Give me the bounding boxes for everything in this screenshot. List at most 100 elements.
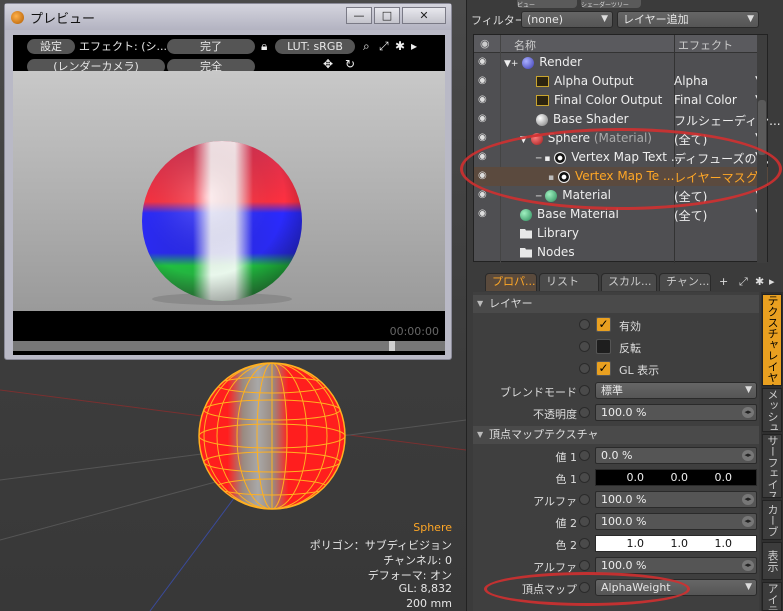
channel-dot[interactable] [579, 341, 590, 352]
section-vertex-map-texture[interactable]: 頂点マップテクスチャ [473, 426, 759, 444]
eye-icon[interactable]: ◉ [478, 56, 487, 67]
eye-icon[interactable]: ◉ [478, 189, 487, 200]
eye-icon[interactable]: ◉ [478, 170, 487, 181]
tree-row-effect[interactable]: Final Color [674, 93, 737, 107]
tree-row-library[interactable]: Library [474, 224, 768, 243]
channel-dot[interactable] [579, 516, 590, 527]
side-tab-mesh[interactable]: メッシュ [762, 388, 782, 432]
color2-g[interactable]: 1.0 [648, 536, 689, 551]
tree-row-effect[interactable]: (全て) [674, 207, 707, 224]
channel-dot[interactable] [579, 407, 590, 418]
spin-icon[interactable]: ◂▸ [742, 494, 754, 505]
value2-field[interactable]: 100.0 % ◂▸ [595, 513, 757, 530]
expand-icon[interactable]: ⤢ [379, 39, 389, 54]
preview-done-button[interactable]: 完了 [167, 39, 255, 54]
side-tab-display[interactable]: 表示 [762, 542, 782, 580]
color2-r[interactable]: 1.0 [604, 536, 645, 551]
top-tab-view[interactable]: ビュー [517, 0, 577, 9]
top-tab-shader-tree[interactable]: シェーダーツリー [581, 0, 641, 9]
color1-g[interactable]: 0.0 [648, 470, 689, 485]
tree-row-effect[interactable]: (全て) [674, 188, 707, 205]
channel-dot[interactable] [579, 385, 590, 396]
spin-icon[interactable]: ◂▸ [742, 407, 754, 418]
eye-icon[interactable]: ◉ [478, 113, 487, 124]
tree-row-sphere-material[interactable]: ◉ ▼ Sphere (Material) (全て)▼ [474, 129, 768, 148]
tree-row-alpha-output[interactable]: ◉ Alpha Output Alpha▼ [474, 72, 768, 91]
section-layer[interactable]: レイヤー [473, 295, 759, 313]
channel-dot[interactable] [579, 494, 590, 505]
channel-dot[interactable] [579, 472, 590, 483]
side-tab-item[interactable]: アイテム [762, 582, 782, 611]
tree-row-material[interactable]: ◉ ─ Material (全て)▼ [474, 186, 768, 205]
eye-icon[interactable]: ◉ [478, 75, 487, 86]
channel-dot[interactable] [579, 560, 590, 571]
color1-r[interactable]: 0.0 [604, 470, 645, 485]
add-layer-dropdown[interactable]: レイヤー追加 ▼ [617, 11, 759, 28]
channel-dot[interactable] [579, 450, 590, 461]
eye-icon[interactable]: ◉ [478, 94, 487, 105]
enable-checkbox[interactable]: ✓ [596, 317, 611, 332]
tree-row-effect[interactable]: Alpha [674, 74, 708, 88]
tree-scrollbar[interactable] [757, 35, 767, 263]
lock-icon[interactable]: 🔒︎ [261, 39, 267, 54]
refresh-icon[interactable]: ↻ [345, 57, 355, 72]
gl-display-checkbox[interactable]: ✓ [596, 361, 611, 376]
gear-icon[interactable]: ✱ [755, 275, 764, 288]
alpha1-field[interactable]: 100.0 % ◂▸ [595, 491, 757, 508]
color1-field[interactable]: 0.0 0.0 0.0 [595, 469, 757, 486]
add-tab-icon[interactable]: + [719, 275, 728, 288]
eye-icon[interactable]: ◉ [478, 208, 487, 219]
tab-list[interactable]: リスト [539, 273, 599, 291]
close-button[interactable]: ✕ [402, 7, 446, 24]
spin-icon[interactable]: ◂▸ [742, 450, 754, 461]
tree-row-base-material[interactable]: ◉ Base Material (全て)▼ [474, 205, 768, 224]
play-icon[interactable]: ▸ [411, 39, 417, 54]
value1-field[interactable]: 0.0 % ◂▸ [595, 447, 757, 464]
side-tab-curve[interactable]: カーブ [762, 500, 782, 540]
vertex-map-dropdown[interactable]: AlphaWeight ▼ [595, 579, 757, 596]
tree-row-vertex-map-1[interactable]: ◉ ─ ▪ Vertex Map Text ... ディフューズの色▼ [474, 148, 769, 167]
tab-properties[interactable]: プロパ... [485, 273, 537, 291]
tree-row-final-color-output[interactable]: ◉ Final Color Output Final Color▼ [474, 91, 768, 110]
move-icon[interactable]: ✥ [323, 57, 333, 72]
shader-tree[interactable]: ◉ 名称 エフェクト ◉ ▼+ Render ◉ Alpha Output Al… [473, 34, 781, 263]
color1-b[interactable]: 0.0 [692, 470, 733, 485]
tree-row-effect[interactable]: (全て) [674, 131, 707, 148]
blend-mode-dropdown[interactable]: 標準 ▼ [595, 382, 757, 399]
tree-row-base-shader[interactable]: ◉ Base Shader フルシェーディン... [474, 110, 781, 129]
eye-icon[interactable]: ◉ [478, 132, 487, 143]
spin-icon[interactable]: ◂▸ [742, 560, 754, 571]
minimize-button[interactable]: — [346, 7, 372, 24]
preview-effect-label[interactable]: エフェクト: (シ... [79, 39, 167, 54]
zoom-icon[interactable]: ⌕ [363, 39, 370, 54]
channel-dot[interactable] [579, 319, 590, 330]
color2-field[interactable]: 1.0 1.0 1.0 [595, 535, 757, 552]
tab-channels[interactable]: チャン... [659, 273, 711, 291]
tree-row-nodes[interactable]: Nodes [474, 243, 768, 262]
invert-checkbox[interactable] [596, 339, 611, 354]
color2-b[interactable]: 1.0 [692, 536, 733, 551]
preview-progress-bar[interactable] [13, 341, 445, 351]
channel-dot[interactable] [579, 363, 590, 374]
gear-icon[interactable]: ✱ [395, 39, 405, 54]
spin-icon[interactable]: ◂▸ [742, 516, 754, 527]
expand-icon[interactable]: ⤢ [739, 275, 748, 289]
lut-button[interactable]: LUT: sRGB [275, 39, 355, 54]
eye-icon[interactable]: ◉ [478, 151, 487, 162]
channel-dot[interactable] [579, 582, 590, 593]
tree-row-vertex-map-2[interactable]: ◉ ▪ Vertex Map Te ... レイヤーマスク▼ [474, 167, 768, 186]
col-name[interactable]: 名称 [514, 37, 536, 53]
progress-knob[interactable] [389, 341, 395, 351]
alpha2-field[interactable]: 100.0 % ◂▸ [595, 557, 757, 574]
tree-row-effect[interactable]: レイヤーマスク [674, 169, 758, 186]
filter-dropdown[interactable]: (none) ▼ [521, 11, 613, 28]
opacity-field[interactable]: 100.0 % ◂▸ [595, 404, 757, 421]
preview-settings-button[interactable]: 設定 [27, 39, 75, 54]
tree-row-render[interactable]: ◉ ▼+ Render [474, 53, 768, 72]
preview-window[interactable]: プレビュー — □ ✕ 設定 エフェクト: (シ... 完了 🔒︎ LUT: s… [4, 3, 452, 360]
maximize-button[interactable]: □ [374, 7, 400, 24]
tab-scalar[interactable]: スカル... [601, 273, 657, 291]
channel-dot[interactable] [579, 538, 590, 549]
col-effect[interactable]: エフェクト [678, 37, 733, 53]
side-tab-texture-layer[interactable]: テクスチャレイヤー [762, 294, 782, 386]
